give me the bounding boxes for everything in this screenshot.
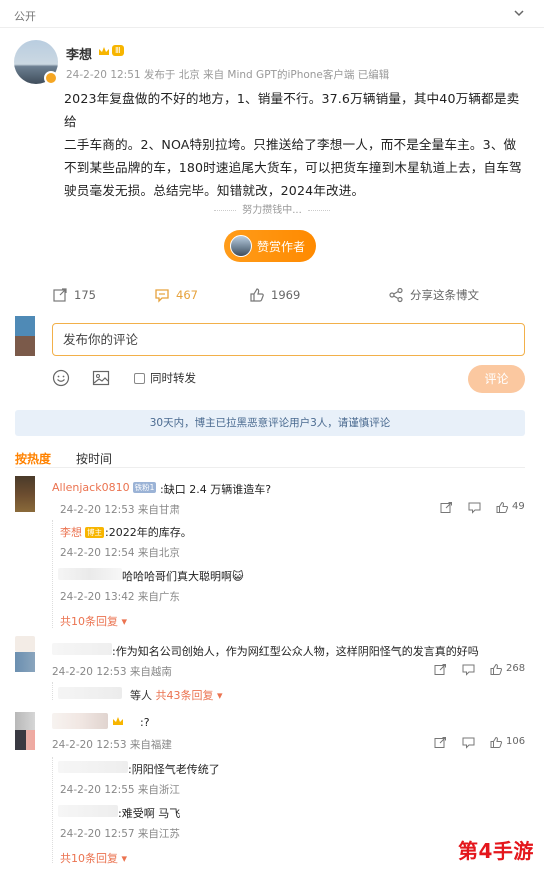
post-content: 2023年复盘做的不好的地方，1、销量不行。37.6万辆销量，其中40万辆都是卖… — [64, 87, 530, 202]
image-icon[interactable] — [92, 369, 110, 387]
post-line: 驶员毫发无损。总结完毕。知错就改，2024年改进。 — [64, 183, 365, 198]
thumbs-up-icon[interactable] — [490, 663, 503, 676]
reply-meta: 24-2-20 12:54 来自北京 — [60, 547, 180, 559]
author-badge: 博主 — [85, 527, 104, 538]
commenter-avatar[interactable] — [15, 476, 35, 512]
reply-meta: 24-2-20 12:57 来自江苏 — [60, 828, 180, 840]
reply-meta: 24-2-20 13:42 来自广东 — [60, 591, 180, 603]
reply-user[interactable]: 李想 博主 — [60, 524, 104, 540]
comment-icon[interactable] — [468, 501, 481, 514]
vip-level: Ⅲ — [112, 45, 124, 56]
divider — [15, 467, 525, 468]
share-button[interactable]: 分享这条博文 — [388, 287, 479, 303]
more-replies-link[interactable]: 等人 共43条回复 ▾ — [130, 687, 223, 703]
repost-icon[interactable] — [434, 663, 447, 676]
repost-icon[interactable] — [440, 501, 453, 514]
visibility-bar: 公开 — [0, 0, 544, 28]
comment-meta: 24-2-20 12:53 来自越南 — [52, 666, 172, 678]
comment-input[interactable]: 发布你的评论 — [52, 323, 525, 356]
reply-text: :阴阳怪气老传统了 — [128, 763, 220, 776]
reply-thread-line — [52, 757, 54, 863]
comment-actions: 49 — [440, 501, 530, 515]
redacted-username — [58, 687, 122, 699]
post-line: 2023年复盘做的不好的地方，1、销量不行。37.6万辆销量，其中40万辆都是卖… — [64, 91, 520, 129]
post-meta: 24-2-20 12:51 发布于 北京 来自 Mind GPT的iPhone客… — [66, 69, 390, 81]
thumbs-up-icon[interactable] — [496, 501, 509, 514]
redacted-username — [52, 713, 108, 729]
repost-checkbox[interactable]: 同时转发 — [134, 370, 196, 386]
emoji-icon[interactable] — [52, 369, 70, 387]
reward-button[interactable]: 赞赏作者 — [224, 230, 316, 262]
tab-sort-hot[interactable]: 按热度 — [15, 452, 51, 466]
commenter-avatar[interactable] — [15, 712, 35, 730]
reply-text: 哈哈哈哥们真大聪明啊😺 — [122, 570, 244, 583]
reply-thread-line — [52, 682, 54, 700]
post-actions: 175 467 1969 分享这条博文 — [0, 287, 544, 309]
comment-like-count: 106 — [506, 736, 526, 747]
reply-text: :2022年的库存。 — [105, 526, 192, 539]
crown-icon — [99, 46, 109, 55]
more-replies-link[interactable]: 共10条回复 ▾ — [60, 850, 127, 866]
crown-icon — [113, 717, 123, 725]
comment-actions: 106 — [434, 736, 530, 750]
reward-divider: 努力攒钱中... — [0, 201, 544, 216]
checkbox-icon[interactable] — [134, 372, 145, 384]
thumbs-up-icon[interactable] — [490, 736, 503, 749]
comment-icon — [155, 289, 169, 303]
comment-text: :作为知名公司创始人，作为网红型公众人物，这样阴阳怪气的发言真的好吗 — [112, 645, 479, 658]
reply-meta: 24-2-20 12:55 来自浙江 — [60, 784, 180, 796]
comment-like-count: 49 — [512, 501, 525, 512]
commenter-avatar-lower — [15, 730, 35, 750]
reward-label: 赞赏作者 — [257, 239, 306, 254]
comment-button[interactable]: 467 — [154, 287, 198, 303]
repost-count: 175 — [74, 288, 96, 302]
comment-text: :缺口 2.4 万辆谁造车? — [160, 483, 272, 496]
share-label: 分享这条博文 — [410, 288, 479, 302]
sort-tabs: 按热度 按时间 — [15, 450, 112, 467]
comment-meta: 24-2-20 12:53 来自甘肃 — [60, 504, 180, 516]
repost-checkbox-label: 同时转发 — [150, 371, 196, 385]
chevron-down-icon[interactable] — [512, 6, 526, 20]
comment-user[interactable]: Allenjack0810 铁粉1 — [52, 481, 157, 494]
reward-divider-text: 努力攒钱中... — [242, 205, 302, 216]
comment-user-vip — [112, 716, 124, 729]
more-replies-link[interactable]: 共10条回复 ▾ — [60, 613, 127, 629]
verified-badge-icon — [44, 71, 58, 85]
commenter-avatar[interactable] — [15, 652, 35, 672]
watermark-logo: 第4手游 — [458, 839, 534, 863]
comment-icon[interactable] — [462, 736, 475, 749]
redacted-username — [52, 643, 112, 655]
redacted-username — [58, 805, 118, 817]
repost-icon[interactable] — [434, 736, 447, 749]
fan-badge: 铁粉1 — [132, 482, 157, 493]
comment-actions: 268 — [434, 663, 530, 677]
submit-comment-button[interactable]: 评论 — [468, 365, 525, 393]
comment-count: 467 — [176, 288, 198, 302]
vip-badge: Ⅲ — [98, 45, 124, 56]
current-user-avatar — [15, 316, 35, 356]
like-button[interactable]: 1969 — [249, 287, 300, 303]
reply-text: :难受啊 马飞 — [118, 807, 181, 820]
like-count: 1969 — [271, 288, 301, 302]
author-name[interactable]: 李想 — [66, 44, 92, 63]
repost-icon — [53, 288, 67, 302]
visibility-label: 公开 — [14, 10, 36, 23]
thumbs-up-icon — [250, 288, 264, 302]
moderation-notice: 30天内，博主已拉黑恶意评论用户3人，请谨慎评论 — [15, 410, 525, 436]
comment-text: :? — [140, 716, 150, 729]
share-icon — [389, 287, 403, 303]
redacted-username — [58, 568, 122, 580]
comment-icon[interactable] — [462, 663, 475, 676]
compose-tools: 同时转发 — [52, 368, 525, 390]
post-line: 二手车商的。2、NOA特别拉垮。只推送给了李想一人，而不是全量车主。3、做 — [64, 137, 517, 152]
comment-meta: 24-2-20 12:53 来自福建 — [52, 739, 172, 751]
post-line: 不到某些品牌的车，180时速追尾大货车，可以把货车撞到木星轨道上去，自车驾 — [64, 160, 522, 175]
reward-avatar — [230, 235, 252, 257]
reply-thread-line — [52, 520, 54, 628]
repost-button[interactable]: 175 — [52, 287, 96, 303]
tab-sort-time[interactable]: 按时间 — [76, 450, 112, 467]
commenter-avatar-redacted — [15, 636, 35, 652]
comment-like-count: 268 — [506, 663, 526, 674]
redacted-username — [58, 761, 128, 773]
